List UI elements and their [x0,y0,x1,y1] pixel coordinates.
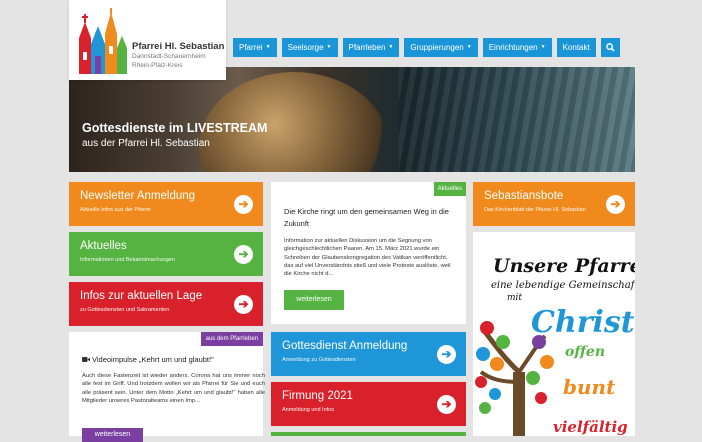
nav-item-gruppierungen[interactable]: Gruppierungen ▼ [404,38,478,57]
tile-subtitle: Aktuelle Infos aus der Pfarrei [80,207,151,213]
tile-title: Sebastiansbote [484,190,564,202]
nav-item-kontakt[interactable]: Kontakt [556,38,596,57]
hero-subtitle: aus der Pfarrei Hl. Sebastian [82,138,210,149]
nav-label: Seelsorge [287,43,324,52]
card-excerpt: Auch diese Fastenzeit ist wieder anders.… [82,373,265,404]
tile-title: Newsletter Anmeldung [80,190,196,202]
impulse-card: aus dem Pfarrleben Videoimpulse „Kehrt u… [69,332,265,442]
pfarrei-poster[interactable]: Unsere Pfarrei – eine lebendige Gemeinsc… [473,232,635,436]
arrow-right-icon: ➔ [437,395,456,414]
page: Pfarrei Hl. Sebastian Dannstadt-Schauern… [69,0,635,442]
nav-item-seelsorge[interactable]: Seelsorge ▼ [281,38,338,57]
news-card: Aktuelles Die Kirche ringt um den gemein… [271,182,466,324]
arrow-right-icon: ➔ [234,195,253,214]
card-title-text: Videoimpulse „Kehrt um und glaubt!" [92,355,214,364]
poster-bunt: bunt [563,375,616,399]
caret-down-icon: ▼ [326,44,332,51]
nav-item-pfarrleben[interactable]: Pfarrleben ▼ [342,38,400,57]
aktuelles-tile[interactable]: Aktuelles Informationen und Bekanntmachu… [69,232,263,276]
caret-down-icon: ▼ [540,44,546,51]
next-tile[interactable] [271,432,466,436]
arrow-right-icon: ➔ [606,195,625,214]
category-badge[interactable]: aus dem Pfarrleben [200,332,263,346]
nav-item-einrichtungen[interactable]: Einrichtungen ▼ [482,38,552,57]
firmung-tile[interactable]: Firmung 2021 Anmeldung und Infos ➔ [271,382,466,426]
nav-label: Kontakt [562,43,590,52]
tree-icon [475,321,554,436]
poster-christus: Christus [531,305,635,340]
category-badge[interactable]: Aktuelles [433,182,466,196]
card-title[interactable]: Videoimpulse „Kehrt um und glaubt!" [82,354,262,366]
nav-label: Gruppierungen [410,43,464,52]
arrow-right-icon: ➔ [234,245,253,264]
tile-title: Aktuelles [80,240,127,252]
search-button[interactable] [600,38,620,57]
tile-title: Infos zur aktuellen Lage [80,290,203,302]
logo-region: Rhein-Pfalz-Kreis [132,62,183,69]
tile-subtitle: Das Kirchenblatt der Pfarrei Hl. Sebasti… [484,207,586,213]
poster-line3: mit [507,293,522,303]
read-more-button[interactable]: weiterlesen [284,290,344,310]
sebastiansbote-tile[interactable]: Sebastiansbote Das Kirchenblatt der Pfar… [473,182,635,226]
gottesdienst-anmeldung-tile[interactable]: Gottesdienst Anmeldung Anmeldung zu Gott… [271,332,466,376]
caret-down-icon: ▼ [265,44,271,51]
nav-label: Pfarrleben [348,43,386,52]
poster-offen: offen [565,344,605,360]
tile-title: Firmung 2021 [282,390,353,402]
arrow-right-icon: ➔ [234,295,253,314]
logo-subtitle: Dannstadt-Schauernheim [132,53,206,60]
site-logo[interactable]: Pfarrei Hl. Sebastian Dannstadt-Schauern… [69,0,226,80]
nav-label: Einrichtungen [488,43,538,52]
arrow-right-icon: ➔ [437,345,456,364]
tile-subtitle: zu Gottesdiensten und Sakramenten [80,307,170,313]
poster-line2: eine lebendige Gemeinschaft [491,280,635,291]
tile-subtitle: Anmeldung und Infos [282,407,334,413]
tile-title: Gottesdienst Anmeldung [282,340,408,352]
read-more-button[interactable]: weiterlesen [82,428,143,442]
logo-title: Pfarrei Hl. Sebastian [132,41,225,52]
card-title[interactable]: Die Kirche ringt um den gemeinsamen Weg … [284,206,454,230]
nav-label: Pfarrei [239,43,263,52]
newsletter-tile[interactable]: Newsletter Anmeldung Aktuelle Infos aus … [69,182,263,226]
hero-banner[interactable]: Gottesdienste im LIVESTREAM aus der Pfar… [69,67,635,172]
infos-lage-tile[interactable]: Infos zur aktuellen Lage zu Gottesdienst… [69,282,263,326]
nav-item-pfarrei[interactable]: Pfarrei ▼ [233,38,277,57]
card-excerpt: Information zur aktuellen Diskussion um … [284,238,451,278]
main-nav: Pfarrei ▼ Seelsorge ▼ Pfarrleben ▼ Gruppier… [233,38,620,57]
caret-down-icon: ▼ [388,44,394,51]
church-logo-icon [79,8,127,74]
hero-title: Gottesdienste im LIVESTREAM [82,121,268,135]
video-camera-icon [82,357,90,362]
poster-graphic: Unsere Pfarrei – eine lebendige Gemeinsc… [475,255,635,436]
poster-vielfaeltig: vielfältig [553,418,628,436]
poster-line1: Unsere Pfarrei – [493,255,635,277]
tile-subtitle: Anmeldung zu Gottesdiensten [282,357,356,363]
tile-subtitle: Informationen und Bekanntmachungen [80,257,175,263]
caret-down-icon: ▼ [466,44,472,51]
search-icon [605,43,615,52]
